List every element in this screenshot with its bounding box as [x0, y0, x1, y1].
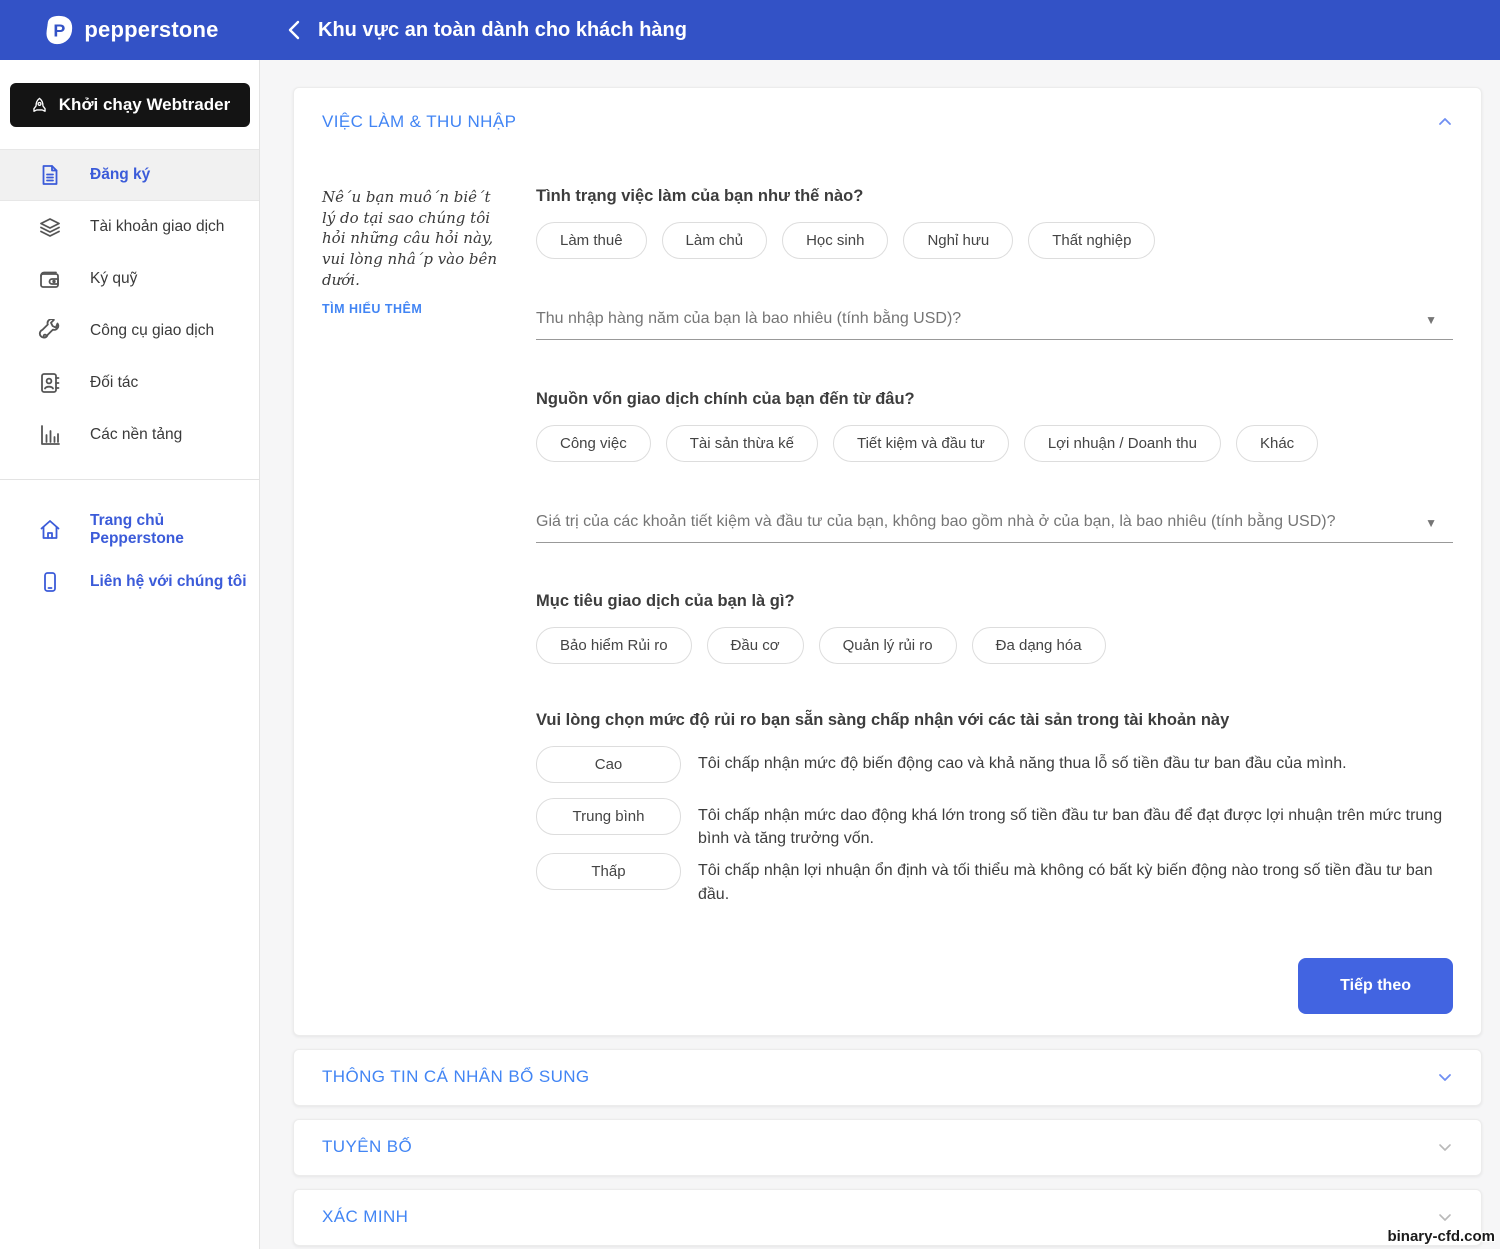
- layers-icon: [38, 215, 62, 239]
- option-thua-ke[interactable]: Tài sản thừa kế: [666, 425, 818, 462]
- next-button[interactable]: Tiếp theo: [1298, 958, 1453, 1014]
- sidebar-item-label: Trang chủ Pepperstone: [90, 512, 259, 548]
- option-loi-nhuan[interactable]: Lợi nhuận / Doanh thu: [1024, 425, 1221, 462]
- sidebar-item-home[interactable]: Trang chủ Pepperstone: [0, 504, 259, 556]
- sidebar-item-cong-cu[interactable]: Công cụ giao dịch: [0, 305, 259, 357]
- option-nghi-huu[interactable]: Nghỉ hưu: [903, 222, 1013, 259]
- contacts-icon: [38, 371, 62, 395]
- section-title: TUYÊN BỐ: [322, 1137, 412, 1157]
- home-icon: [38, 518, 62, 542]
- sidebar-item-label: Các nền tảng: [90, 426, 182, 444]
- option-that-nghiep[interactable]: Thất nghiệp: [1028, 222, 1155, 259]
- chevron-down-icon[interactable]: [1437, 1069, 1453, 1085]
- risk-medium-button[interactable]: Trung bình: [536, 798, 681, 835]
- sidebar-item-ky-quy[interactable]: Ký quỹ: [0, 253, 259, 305]
- question-employment: Tình trạng việc làm của bạn như thế nào?: [536, 187, 1453, 206]
- sidebar-item-label: Công cụ giao dịch: [90, 322, 214, 340]
- side-note: Nê´u bạn muô´n biê´t lý do tại sao chúng…: [322, 187, 508, 1014]
- risk-medium-description: Tôi chấp nhận mức dao động khá lớn trong…: [698, 798, 1453, 850]
- section-employment-income: VIỆC LÀM & THU NHẬP Nê´u bạn muô´n biê´t…: [293, 87, 1482, 1036]
- dropdown-arrow-icon: ▼: [1425, 516, 1437, 530]
- phone-icon: [38, 570, 62, 594]
- option-hoc-sinh[interactable]: Học sinh: [782, 222, 888, 259]
- option-lam-thue[interactable]: Làm thuê: [536, 222, 647, 259]
- chevron-down-icon[interactable]: [1437, 1209, 1453, 1225]
- option-lam-chu[interactable]: Làm chủ: [662, 222, 768, 259]
- funds-options: Công việc Tài sản thừa kế Tiết kiệm và đ…: [536, 425, 1453, 462]
- chevron-down-icon[interactable]: [1437, 1139, 1453, 1155]
- sidebar-item-label: Đối tác: [90, 374, 138, 392]
- annual-income-select[interactable]: Thu nhập hàng năm của bạn là bao nhiêu (…: [536, 310, 1453, 340]
- page-title: Khu vực an toàn dành cho khách hàng: [318, 19, 687, 42]
- header-main: Khu vực an toàn dành cho khách hàng: [260, 0, 1500, 60]
- question-risk: Vui lòng chọn mức độ rủi ro bạn sẵn sàng…: [536, 711, 1453, 730]
- sidebar-item-label: Liên hệ với chúng tôi: [90, 573, 247, 591]
- risk-option-high: Cao Tôi chấp nhận mức độ biến động cao v…: [536, 746, 1453, 783]
- option-dau-co[interactable]: Đầu cơ: [707, 627, 804, 664]
- sidebar-item-tai-khoan[interactable]: Tài khoản giao dịch: [0, 201, 259, 253]
- section-additional-personal-info[interactable]: THÔNG TIN CÁ NHÂN BỔ SUNG: [293, 1049, 1482, 1106]
- option-khac[interactable]: Khác: [1236, 425, 1318, 462]
- annual-income-select-label: Thu nhập hàng năm của bạn là bao nhiêu (…: [536, 310, 961, 327]
- brand-logo[interactable]: P pepperstone: [0, 0, 260, 60]
- main-content: VIỆC LÀM & THU NHẬP Nê´u bạn muô´n biê´t…: [260, 60, 1500, 1249]
- risk-option-medium: Trung bình Tôi chấp nhận mức dao động kh…: [536, 798, 1453, 850]
- risk-high-description: Tôi chấp nhận mức độ biến động cao và kh…: [698, 746, 1347, 775]
- option-da-dang-hoa[interactable]: Đa dạng hóa: [972, 627, 1106, 664]
- objective-options: Bảo hiểm Rủi ro Đầu cơ Quản lý rủi ro Đa…: [536, 627, 1453, 664]
- employment-options: Làm thuê Làm chủ Học sinh Nghỉ hưu Thất …: [536, 222, 1453, 259]
- sidebar: Khởi chạy Webtrader Đăng ký Tài khoản gi…: [0, 60, 260, 1249]
- section-title: THÔNG TIN CÁ NHÂN BỔ SUNG: [322, 1067, 590, 1087]
- section-verification[interactable]: XÁC MINH: [293, 1189, 1482, 1246]
- sidebar-item-label: Tài khoản giao dịch: [90, 218, 224, 236]
- option-cong-viec[interactable]: Công việc: [536, 425, 651, 462]
- savings-value-select[interactable]: Giá trị của các khoản tiết kiệm và đầu t…: [536, 513, 1453, 543]
- section-title: XÁC MINH: [322, 1207, 408, 1227]
- risk-low-button[interactable]: Thấp: [536, 853, 681, 890]
- sidebar-item-doi-tac[interactable]: Đối tác: [0, 357, 259, 409]
- wallet-icon: [38, 267, 62, 291]
- risk-low-description: Tôi chấp nhận lợi nhuận ổn định và tối t…: [698, 853, 1453, 905]
- section-title: VIỆC LÀM & THU NHẬP: [322, 112, 516, 132]
- sidebar-item-label: Đăng ký: [90, 166, 150, 184]
- sidebar-divider: [0, 479, 259, 480]
- rocket-icon: [30, 96, 49, 115]
- learn-more-link[interactable]: TÌM HIỂU THÊM: [322, 302, 422, 316]
- sidebar-item-dang-ky[interactable]: Đăng ký: [0, 149, 259, 201]
- app-window: P pepperstone Khu vực an toàn dành cho k…: [0, 0, 1500, 1249]
- risk-option-low: Thấp Tôi chấp nhận lợi nhuận ổn định và …: [536, 853, 1453, 905]
- top-header: P pepperstone Khu vực an toàn dành cho k…: [0, 0, 1500, 60]
- launch-webtrader-button[interactable]: Khởi chạy Webtrader: [10, 83, 250, 127]
- svg-text:P: P: [54, 21, 66, 41]
- dropdown-arrow-icon: ▼: [1425, 313, 1437, 327]
- option-tiet-kiem[interactable]: Tiết kiệm và đầu tư: [833, 425, 1009, 462]
- question-funds-source: Nguồn vốn giao dịch chính của bạn đến từ…: [536, 390, 1453, 409]
- chevron-up-icon[interactable]: [1437, 114, 1453, 130]
- document-icon: [38, 163, 62, 187]
- wrench-icon: [38, 319, 62, 343]
- launch-webtrader-label: Khởi chạy Webtrader: [59, 95, 230, 115]
- back-icon[interactable]: [287, 20, 307, 40]
- sidebar-item-nen-tang[interactable]: Các nền tảng: [0, 409, 259, 461]
- brand-logo-text: pepperstone: [84, 17, 218, 43]
- option-bao-hiem[interactable]: Bảo hiểm Rủi ro: [536, 627, 692, 664]
- savings-value-select-label: Giá trị của các khoản tiết kiệm và đầu t…: [536, 513, 1335, 530]
- sidebar-item-label: Ký quỹ: [90, 270, 137, 288]
- risk-high-button[interactable]: Cao: [536, 746, 681, 783]
- sidebar-item-contact[interactable]: Liên hệ với chúng tôi: [0, 556, 259, 608]
- side-note-text: Nê´u bạn muô´n biê´t lý do tại sao chúng…: [322, 187, 508, 290]
- pepperstone-mark-icon: P: [41, 13, 75, 47]
- question-objective: Mục tiêu giao dịch của bạn là gì?: [536, 592, 1453, 611]
- option-quan-ly-rui-ro[interactable]: Quản lý rủi ro: [819, 627, 957, 664]
- watermark: binary-cfd.com: [1387, 1228, 1495, 1245]
- section-declaration[interactable]: TUYÊN BỐ: [293, 1119, 1482, 1176]
- bar-chart-icon: [38, 423, 62, 447]
